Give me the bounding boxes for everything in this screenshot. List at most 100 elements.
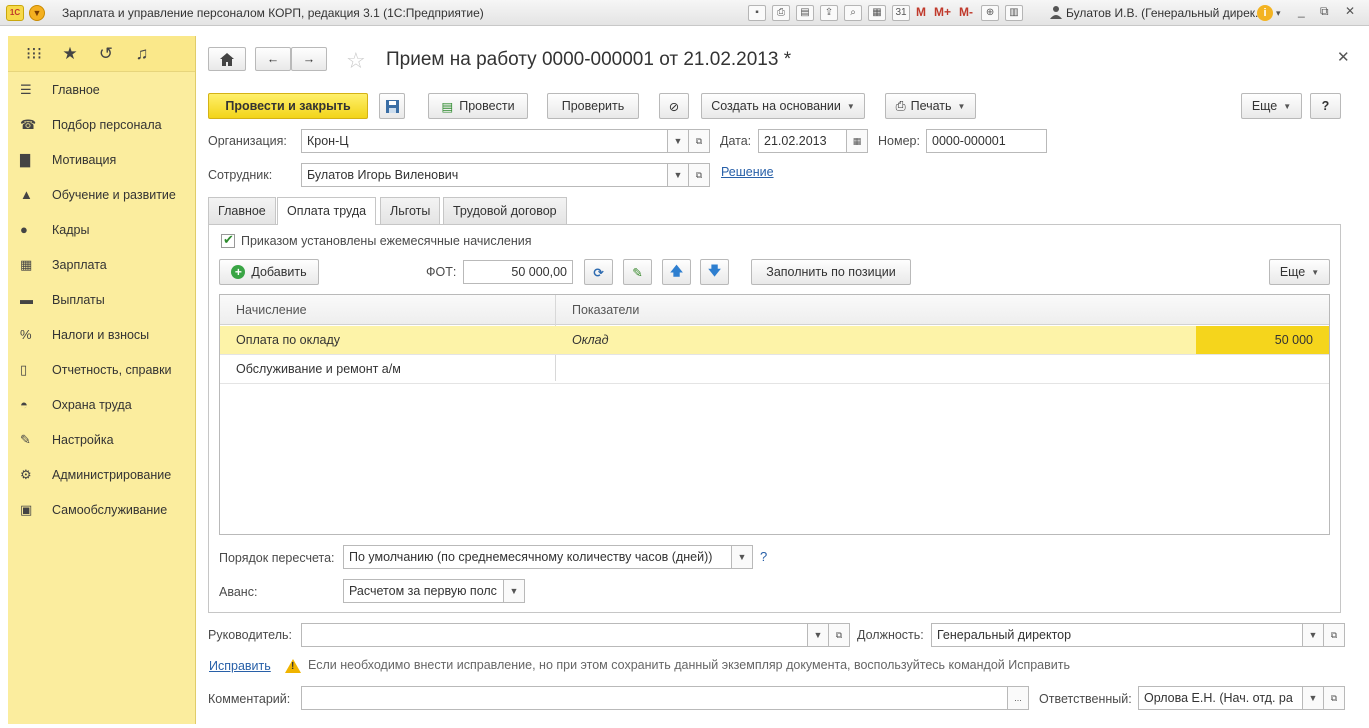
sidebar-item-safety[interactable]: ◓ Охрана труда [8,387,195,422]
more-button[interactable]: Еще ▼ [1241,93,1302,119]
recalc-help-icon[interactable]: ? [760,549,767,564]
organization-open-icon[interactable]: ⧉ [688,129,710,153]
fot-field[interactable]: 50 000,00 [463,260,573,284]
employee-open-icon[interactable]: ⧉ [688,163,710,187]
sidebar-item-training[interactable]: ▲ Обучение и развитие [8,177,195,212]
check-button[interactable]: Проверить [547,93,639,119]
sidebar-item-recruitment[interactable]: ☎ Подбор персонала [8,107,195,142]
main-menu-icon[interactable]: ▼ [29,5,45,21]
attach-icon[interactable]: ⌕ [844,5,862,21]
comment-edit-button[interactable]: ... [1007,686,1029,710]
sidebar-item-settings[interactable]: ✎ Настройка [8,422,195,457]
calendar-icon[interactable]: 31 [892,5,910,21]
sidebar-item-personnel[interactable]: ● Кадры [8,212,195,247]
recalc-field[interactable]: По умолчанию (по среднемесячному количес… [343,545,733,569]
zoom-icon[interactable]: ⊕ [981,5,1000,21]
column-accrual[interactable]: Начисление [236,303,307,317]
advance-dropdown[interactable]: ▼ [503,579,525,603]
help-button[interactable]: ? [1310,93,1341,119]
create-based-on-button[interactable]: Создать на основании ▼ [701,93,865,119]
apps-icon[interactable]: ⁝⁝⁝ [16,44,52,64]
post-button[interactable]: ▤ Провести [428,93,528,119]
home-button[interactable] [208,47,246,71]
organization-field[interactable]: Крон-Ц [301,129,669,153]
sidebar-item-payments[interactable]: ▬ Выплаты [8,282,195,317]
sidebar-item-label: Охрана труда [52,397,132,412]
responsible-field[interactable]: Орлова Е.Н. (Нач. отд. ра [1138,686,1304,710]
sidebar-item-motivation[interactable]: ▇ Мотивация [8,142,195,177]
employee-field[interactable]: Булатов Игорь Виленович [301,163,669,187]
upload-icon[interactable]: ⇪ [820,5,838,21]
sidebar-item-salary[interactable]: ▦ Зарплата [8,247,195,282]
forward-button[interactable]: → [291,47,327,71]
position-dropdown[interactable]: ▼ [1302,623,1324,647]
number-field[interactable]: 0000-000001 [926,129,1047,153]
amount-cell[interactable]: 50 000 [1196,326,1329,354]
save-button[interactable] [379,93,405,119]
move-down-button[interactable]: 🡇 [700,259,729,285]
calculator-icon[interactable]: ▦ [868,5,886,21]
info-dropdown-icon[interactable]: ▾ [1276,8,1281,19]
sidebar-item-main[interactable]: ☰ Главное [8,72,195,107]
print-icon[interactable]: ⎙ [772,5,790,21]
tab-benefits[interactable]: Льготы [380,197,441,224]
sidebar-item-self-service[interactable]: ▣ Самообслуживание [8,492,195,527]
column-indicators[interactable]: Показатели [572,303,639,317]
current-user[interactable]: Булатов И.В. (Генеральный дирек... [1066,6,1265,20]
sidebar-item-admin[interactable]: ⚙ Администрирование [8,457,195,492]
monthly-accruals-checkbox[interactable] [221,232,235,248]
advance-field[interactable]: Расчетом за первую полс [343,579,505,603]
manager-field[interactable] [301,623,809,647]
tab-pay[interactable]: Оплата труда [277,197,377,225]
edit-button[interactable]: ✎ [623,259,652,285]
table-more-button[interactable]: Еще ▼ [1269,259,1330,285]
add-button[interactable]: + Добавить [219,259,319,285]
sidebar-item-label: Главное [52,82,100,97]
bell-icon[interactable]: ♫ [124,44,160,64]
tab-main[interactable]: Главное [208,197,276,224]
fill-by-position-button[interactable]: Заполнить по позиции [751,259,911,285]
panel-icon[interactable]: ▥ [1005,5,1024,21]
save-icon[interactable]: ▪ [748,5,766,21]
move-up-button[interactable]: 🡅 [662,259,691,285]
responsible-dropdown[interactable]: ▼ [1302,686,1324,710]
decision-link[interactable]: Решение [721,165,774,179]
manager-open-icon[interactable]: ⧉ [828,623,850,647]
table-header: Начисление Показатели [220,295,1329,325]
back-button[interactable]: ← [255,47,291,71]
app-logo-icon[interactable]: 1С [6,5,24,21]
close-form-icon[interactable]: ✕ [1337,48,1350,66]
info-icon[interactable]: i [1257,5,1273,21]
table-row[interactable]: Обслуживание и ремонт а/м [220,355,1329,384]
restore-button[interactable]: ⧉ [1320,4,1329,19]
position-field[interactable]: Генеральный директор [931,623,1304,647]
accruals-table[interactable]: Начисление Показатели Оплата по окладу О… [219,294,1330,535]
employee-dropdown[interactable]: ▼ [667,163,689,187]
tab-contract[interactable]: Трудовой договор [443,197,567,224]
position-open-icon[interactable]: ⧉ [1323,623,1345,647]
fix-link[interactable]: Исправить [209,659,271,673]
refresh-button[interactable]: ⟳ [584,259,613,285]
sidebar-item-reports[interactable]: ▯ Отчетность, справки [8,352,195,387]
organization-dropdown[interactable]: ▼ [667,129,689,153]
calendar-icon[interactable]: ▦ [846,129,868,153]
sidebar-item-taxes[interactable]: % Налоги и взносы [8,317,195,352]
memory-minus-button[interactable]: M- [959,5,973,21]
comment-field[interactable] [301,686,1009,710]
date-field[interactable]: 21.02.2013 [758,129,848,153]
favorites-star-icon[interactable]: ★ [52,44,88,64]
favorite-star-icon[interactable]: ☆ [346,48,366,74]
print-button[interactable]: ⎙ Печать ▼ [885,93,976,119]
responsible-open-icon[interactable]: ⧉ [1323,686,1345,710]
history-icon[interactable]: ↺ [88,44,124,64]
memory-plus-button[interactable]: M+ [934,5,951,21]
close-window-button[interactable]: ✕ [1345,4,1355,18]
table-row[interactable]: Оплата по окладу Оклад 50 000 [220,326,1329,355]
manager-dropdown[interactable]: ▼ [807,623,829,647]
attachments-button[interactable]: ⊘ [659,93,689,119]
minimize-button[interactable]: _ [1298,4,1305,18]
memory-button[interactable]: M [916,5,926,21]
post-and-close-button[interactable]: Провести и закрыть [208,93,368,119]
preview-icon[interactable]: ▤ [796,5,814,21]
recalc-dropdown[interactable]: ▼ [731,545,753,569]
